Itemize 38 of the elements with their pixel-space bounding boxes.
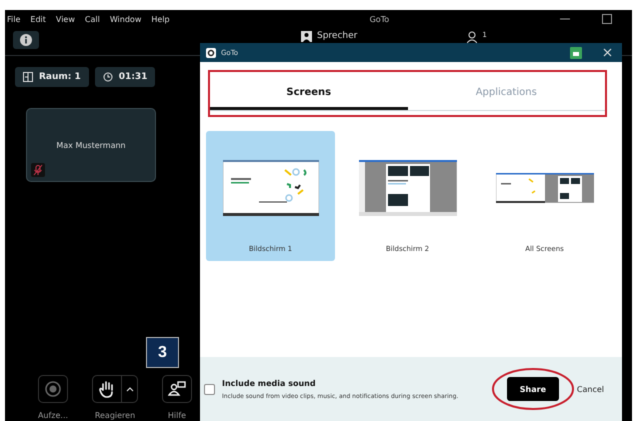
- menu-item[interactable]: Help: [151, 14, 170, 24]
- checkbox-label: Include media sound: [222, 378, 317, 388]
- menu-item[interactable]: View: [56, 14, 75, 24]
- hand-raise-button[interactable]: [92, 375, 122, 403]
- menu-item[interactable]: Call: [84, 14, 100, 24]
- window-title: GoTo: [370, 14, 390, 24]
- clock-icon: [102, 72, 113, 82]
- info-icon: [20, 34, 32, 46]
- caret-icon: [126, 386, 134, 392]
- call-timer: 01:31: [94, 67, 156, 87]
- control-label: Aufze...: [38, 411, 68, 420]
- tab[interactable]: Screens: [210, 72, 408, 110]
- person-with-sign-icon: [168, 381, 186, 397]
- step-number-badge: 3: [146, 337, 179, 368]
- room-badge: Raum: 1: [15, 67, 89, 87]
- room-icon: [23, 72, 33, 82]
- cancel-button[interactable]: Cancel: [572, 380, 608, 398]
- help-button[interactable]: [162, 375, 192, 403]
- menu-item[interactable]: Window: [110, 14, 142, 24]
- checkbox[interactable]: [204, 384, 215, 394]
- record-button[interactable]: [38, 375, 68, 403]
- reactions-menu-button[interactable]: [122, 375, 138, 403]
- control-label: Hilfe: [168, 411, 186, 420]
- close-icon[interactable]: [603, 48, 612, 57]
- info-button[interactable]: [13, 31, 39, 49]
- share-button[interactable]: Share: [506, 377, 559, 401]
- speaker-view-icon[interactable]: [301, 31, 312, 42]
- sharing-status-icon: [570, 46, 582, 58]
- menu-item[interactable]: File: [7, 14, 20, 24]
- hand-icon: [99, 380, 115, 398]
- app-logo-icon: [206, 48, 216, 58]
- record-icon: [45, 381, 61, 397]
- menu-item[interactable]: Edit: [30, 14, 46, 24]
- view-selector[interactable]: Sprecher: [317, 31, 358, 42]
- participant-name: Max Mustermann: [56, 140, 126, 150]
- control-label: Reagieren: [94, 411, 136, 420]
- person-icon[interactable]: [467, 31, 478, 43]
- maximize-icon[interactable]: [602, 14, 612, 24]
